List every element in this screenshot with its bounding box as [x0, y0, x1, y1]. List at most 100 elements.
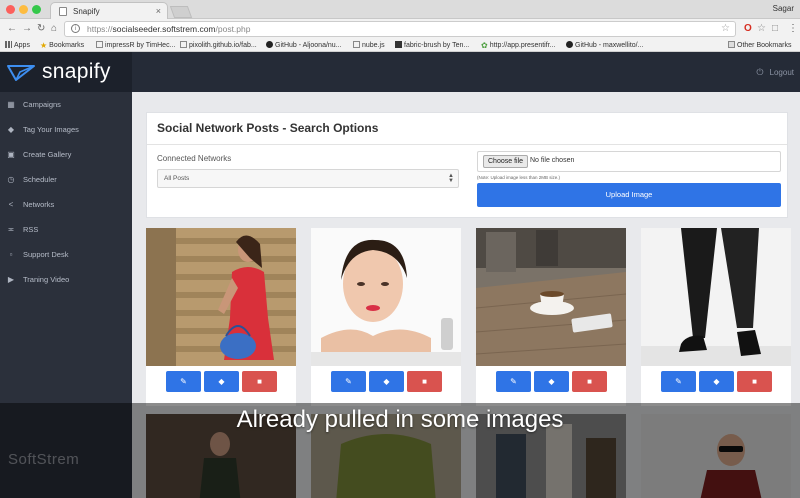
tag-button[interactable]: ◆ [699, 371, 734, 392]
woman-face-image [311, 228, 461, 366]
video-icon: ▶ [7, 275, 15, 284]
menu-dots-icon[interactable]: ⋮ [788, 23, 798, 35]
sidebar-item-label: Scheduler [23, 175, 57, 184]
sidebar-item-label: Traning Video [23, 275, 70, 284]
new-tab-button[interactable] [169, 6, 193, 18]
watermark: SoftStrem [8, 451, 80, 468]
logo[interactable]: snapify [0, 52, 132, 92]
delete-button[interactable]: ■ [572, 371, 607, 392]
browser-tab-bar: Snapify × Sagar [0, 0, 800, 19]
search-options-card: Social Network Posts - Search Options Co… [146, 112, 788, 218]
post-image[interactable] [476, 228, 626, 366]
sidebar-item-label: Create Gallery [23, 150, 72, 159]
reload-icon[interactable]: ↻ [37, 23, 45, 35]
sidebar-item-scheduler[interactable]: ◷ Scheduler [0, 173, 132, 187]
tab-title: Snapify [73, 7, 100, 16]
url-path: /post.php [215, 24, 251, 34]
page-icon [96, 41, 103, 48]
file-input[interactable]: Choose file No file chosen [477, 151, 781, 172]
sidebar-item-tag-images[interactable]: ◆ Tag Your Images [0, 123, 132, 137]
tile-actions: ✎ ◆ ■ [476, 371, 626, 393]
tag-button[interactable]: ◆ [534, 371, 569, 392]
sidebar-item-label: Tag Your Images [23, 125, 79, 134]
sidebar-item-networks[interactable]: < Networks [0, 198, 132, 212]
edit-icon: ✎ [180, 377, 187, 386]
browser-tab[interactable]: Snapify × [50, 2, 168, 19]
tag-icon: ◆ [713, 377, 720, 386]
bookmark-nube[interactable]: nube.js [353, 41, 385, 49]
forward-arrow-icon[interactable]: → [22, 23, 32, 35]
upload-image-button[interactable]: Upload Image [477, 183, 781, 207]
edit-button[interactable]: ✎ [661, 371, 696, 392]
trash-icon: ■ [587, 377, 592, 386]
delete-button[interactable]: ■ [737, 371, 772, 392]
url-host: socialseeder.softstrem.com [112, 24, 216, 34]
sidebar-item-rss[interactable]: ≖ RSS [0, 223, 132, 237]
bookmark-apps[interactable]: Apps [5, 41, 30, 49]
edit-icon: ✎ [510, 377, 517, 386]
sidebar-item-training-video[interactable]: ▶ Traning Video [0, 273, 132, 287]
sidebar-item-label: RSS [23, 225, 39, 234]
post-image[interactable] [146, 228, 296, 366]
sidebar-item-label: Networks [23, 200, 55, 209]
image-tile: ✎ ◆ ■ [476, 228, 626, 406]
cast-icon[interactable]: □ [772, 23, 778, 35]
clock-icon: ◷ [7, 175, 15, 184]
tag-button[interactable]: ◆ [204, 371, 239, 392]
bookmark-impressr[interactable]: impressR by TimHec... [96, 41, 175, 49]
trash-icon: ■ [422, 377, 427, 386]
page-icon [180, 41, 187, 48]
minimize-window-button[interactable] [19, 5, 28, 14]
edit-icon: ✎ [675, 377, 682, 386]
edit-button[interactable]: ✎ [496, 371, 531, 392]
bookmarks-bar: Apps ★ Bookmarks impressR by TimHec... pi… [0, 39, 800, 52]
chat-icon: ▫ [9, 250, 13, 259]
sidebar-item-support-desk[interactable]: ▫ Support Desk [0, 248, 132, 262]
bookmark-github-maxwellito[interactable]: GitHub - maxwellito/... [566, 41, 643, 49]
post-image[interactable] [641, 228, 791, 366]
tile-actions: ✎ ◆ ■ [641, 371, 791, 393]
maximize-window-button[interactable] [32, 5, 41, 14]
profile-name[interactable]: Sagar [773, 4, 794, 13]
delete-button[interactable]: ■ [242, 371, 277, 392]
info-icon[interactable]: i [71, 24, 80, 33]
star-extension-icon[interactable]: ☆ [757, 23, 766, 35]
bookmark-other[interactable]: Other Bookmarks [728, 41, 791, 49]
back-arrow-icon[interactable]: ← [7, 23, 17, 35]
logo-text: snapify [42, 60, 111, 83]
delete-button[interactable]: ■ [407, 371, 442, 392]
page-icon [353, 41, 360, 48]
sidebar-item-campaigns[interactable]: ▦ Campaigns [0, 98, 132, 112]
edit-button[interactable]: ✎ [331, 371, 366, 392]
brush-icon [395, 41, 402, 48]
logout-link[interactable]: ⏻ Logout [756, 67, 794, 78]
networks-select[interactable]: All Posts ▲ ▼ [157, 169, 459, 188]
bookmark-pixolith[interactable]: pixolith.github.io/fab... [180, 41, 257, 49]
browser-toolbar: ← → ↻ ⌂ i https://socialseeder.softstrem… [0, 19, 800, 39]
bookmark-folder[interactable]: ★ Bookmarks [40, 41, 84, 50]
close-window-button[interactable] [6, 5, 15, 14]
select-arrows-icon: ▲ ▼ [448, 173, 454, 184]
github-icon [266, 41, 273, 48]
tag-button[interactable]: ◆ [369, 371, 404, 392]
coffee-table-image [476, 228, 626, 366]
post-image[interactable] [311, 228, 461, 366]
bookmark-fabric-brush[interactable]: fabric-brush by Ten... [395, 41, 469, 49]
bookmark-presentifr[interactable]: ✿ http://app.presentifr... [481, 41, 555, 50]
opera-extension-icon[interactable]: O [744, 23, 752, 35]
edit-button[interactable]: ✎ [166, 371, 201, 392]
page-icon [59, 7, 67, 16]
tile-actions: ✎ ◆ ■ [146, 371, 296, 393]
card-title: Social Network Posts - Search Options [157, 121, 379, 135]
bookmark-github-aljoona[interactable]: GitHub - Aljoona/nu... [266, 41, 342, 49]
leaf-icon: ✿ [481, 41, 488, 50]
close-tab-icon[interactable]: × [156, 6, 161, 16]
upload-note: (Note: Upload image less than 2MB size.) [477, 175, 561, 180]
home-icon[interactable]: ⌂ [51, 23, 57, 35]
address-bar[interactable]: i https://socialseeder.softstrem.com/pos… [64, 21, 736, 37]
networks-selected-value: All Posts [164, 175, 190, 182]
sidebar-item-create-gallery[interactable]: ▣ Create Gallery [0, 148, 132, 162]
choose-file-button[interactable]: Choose file [483, 155, 529, 168]
bookmark-star-icon[interactable]: ☆ [721, 23, 730, 34]
share-icon: < [8, 200, 14, 209]
